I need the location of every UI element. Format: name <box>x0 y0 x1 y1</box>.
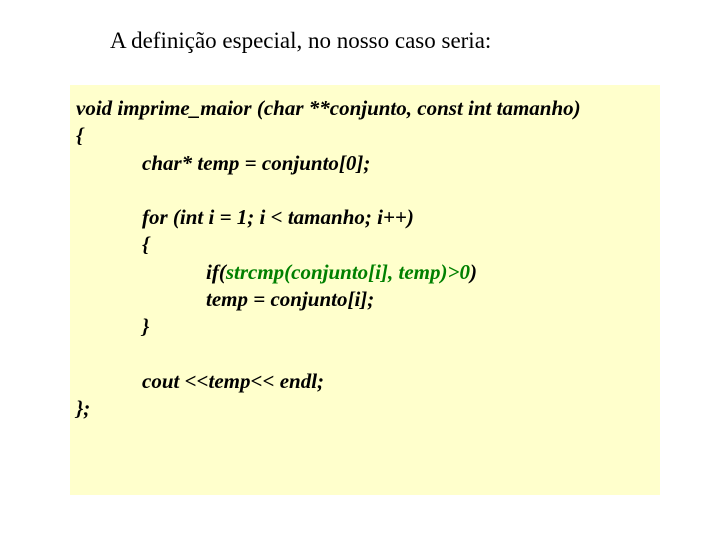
code-cout: cout <<temp<< endl; <box>76 368 654 395</box>
slide: A definição especial, no nosso caso seri… <box>0 0 720 540</box>
code-close-brace: }; <box>76 396 90 420</box>
code-if-pre: if( <box>206 260 226 284</box>
code-signature: void imprime_maior (char **conjunto, con… <box>76 96 581 120</box>
code-if-post: ) <box>470 260 477 284</box>
code-for-head: for (int i = 1; i < tamanho; i++) <box>76 204 654 231</box>
code-for-open: { <box>76 231 654 258</box>
code-assign: temp = conjunto[i]; <box>76 286 654 313</box>
code-for-close: } <box>76 313 654 340</box>
code-open-brace: { <box>76 123 83 147</box>
code-if-cond: strcmp(conjunto[i], temp)>0 <box>226 260 470 284</box>
code-declaration: char* temp = conjunto[0]; <box>76 150 654 177</box>
code-if-line: if(strcmp(conjunto[i], temp)>0) <box>76 259 654 286</box>
code-block: void imprime_maior (char **conjunto, con… <box>70 85 660 495</box>
slide-title: A definição especial, no nosso caso seri… <box>110 28 491 54</box>
